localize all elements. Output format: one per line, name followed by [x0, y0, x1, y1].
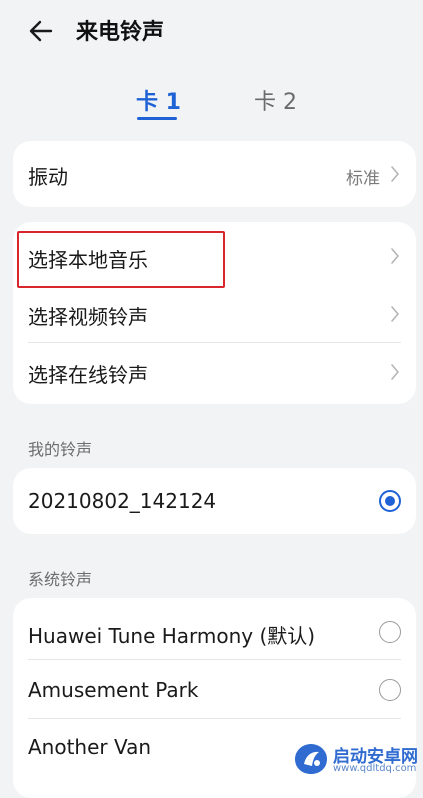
- ringtone-item[interactable]: 20210802_142124: [13, 468, 416, 534]
- ringtone-item[interactable]: Amusement Park: [13, 660, 416, 717]
- chevron-right-icon: [391, 364, 399, 380]
- select-online-ringtone-row[interactable]: 选择在线铃声: [13, 343, 416, 404]
- watermark-url: www.qdltdq.com: [333, 763, 417, 774]
- tab-sim-1[interactable]: 卡 1: [136, 84, 181, 116]
- ringtone-item-label: 20210802_142124: [28, 489, 217, 513]
- watermark-logo-icon: [295, 744, 327, 774]
- tab-sim-2[interactable]: 卡 2: [254, 84, 297, 116]
- ringtone-item-label: Huawei Tune Harmony (默认): [28, 624, 316, 648]
- chevron-right-icon: [391, 306, 399, 322]
- ringtone-item-label: Amusement Park: [28, 678, 199, 702]
- page-title: 来电铃声: [76, 20, 165, 45]
- tab-selected-indicator: [137, 117, 177, 120]
- app-header: 来电铃声: [0, 0, 423, 60]
- arrow-left-icon[interactable]: [26, 16, 56, 46]
- highlight-annotation: [17, 231, 225, 288]
- sim-tabs: 卡 1 卡 2: [0, 80, 423, 124]
- vibration-card: 振动 标准: [13, 141, 416, 207]
- radio-unselected[interactable]: [379, 679, 401, 701]
- select-online-ringtone-label: 选择在线铃声: [28, 363, 148, 387]
- my-ringtones-card: 20210802_142124: [13, 468, 416, 534]
- vibration-row[interactable]: 振动 标准: [13, 141, 416, 207]
- vibration-value: 标准: [346, 169, 380, 189]
- ringtone-item[interactable]: Huawei Tune Harmony (默认): [13, 598, 416, 659]
- radio-unselected[interactable]: [379, 621, 401, 643]
- radio-selected[interactable]: [379, 490, 401, 512]
- select-video-ringtone-label: 选择视频铃声: [28, 305, 148, 329]
- select-video-ringtone-row[interactable]: 选择视频铃声: [13, 286, 416, 344]
- chevron-right-icon: [391, 248, 399, 264]
- site-watermark: 启动安卓网 www.qdltdq.com: [293, 740, 418, 778]
- ringtone-item-label: Another Van: [28, 735, 152, 759]
- vibration-label: 振动: [28, 165, 68, 189]
- system-ringtones-heading: 系统铃声: [28, 570, 93, 589]
- chevron-right-icon: [391, 166, 399, 182]
- my-ringtones-heading: 我的铃声: [28, 440, 93, 459]
